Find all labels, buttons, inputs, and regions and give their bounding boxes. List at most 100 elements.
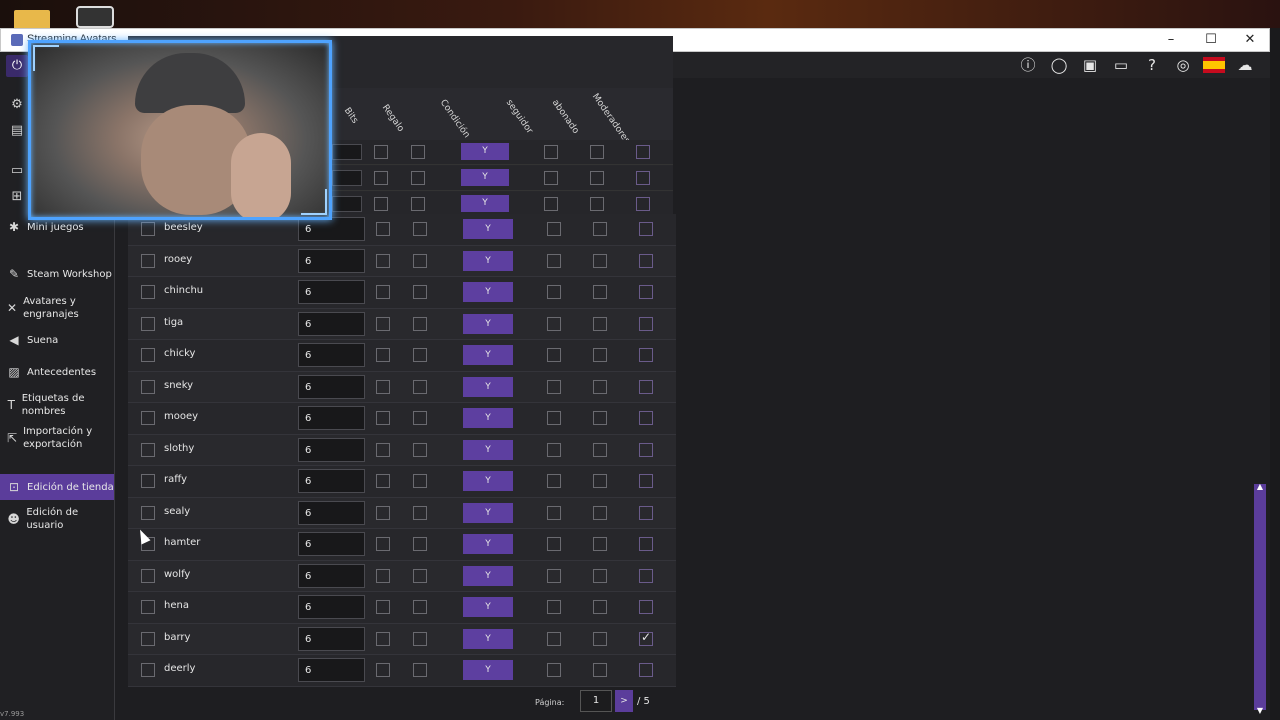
sidebar-item-importacion[interactable]: ⇱ Importación y exportación	[0, 425, 100, 451]
moderadores-checkbox[interactable]	[639, 537, 653, 551]
moderadores-checkbox[interactable]	[639, 316, 653, 331]
select-checkbox[interactable]	[141, 348, 155, 362]
regalo-checkbox[interactable]	[413, 348, 427, 362]
moderadores-checkbox[interactable]	[639, 505, 653, 520]
abonado-checkbox[interactable]	[593, 663, 607, 677]
select-checkbox[interactable]	[141, 600, 155, 614]
condition-button[interactable]: Y	[463, 408, 513, 428]
condition-button[interactable]: Y	[463, 345, 513, 365]
select-checkbox[interactable]	[141, 631, 155, 646]
condition-button[interactable]: Y	[461, 169, 509, 186]
seguidor-checkbox[interactable]	[547, 600, 561, 614]
seguidor-checkbox[interactable]	[547, 285, 561, 299]
sidebar-item-edicion-tienda[interactable]: ⊡ Edición de tienda	[0, 474, 114, 500]
moderadores-checkbox[interactable]	[639, 411, 653, 425]
select-checkbox[interactable]	[141, 316, 155, 331]
bits-checkbox[interactable]	[376, 663, 390, 677]
moderadores-checkbox[interactable]	[639, 222, 653, 236]
gear-icon[interactable]: ⚙	[6, 94, 28, 116]
regalo-checkbox[interactable]	[413, 442, 427, 457]
condition-button[interactable]: Y	[463, 250, 513, 271]
bits-checkbox[interactable]	[376, 505, 390, 520]
select-checkbox[interactable]	[141, 663, 155, 677]
scroll-up-icon[interactable]: ▲	[1255, 482, 1265, 492]
condition-button[interactable]: Y	[461, 143, 509, 160]
regalo-checkbox[interactable]	[374, 197, 388, 211]
regalo-checkbox[interactable]	[413, 474, 427, 488]
condition-button[interactable]: Y	[463, 376, 513, 397]
sidebar-item-etiquetas[interactable]: T Etiquetas de nombres	[0, 392, 90, 418]
sidebar-item-antecedentes[interactable]: ▨ Antecedentes	[0, 365, 114, 379]
condition-button[interactable]: Y	[463, 597, 513, 617]
regalo-checkbox[interactable]	[413, 537, 427, 551]
abonado-checkbox[interactable]	[593, 285, 607, 299]
next-page-button[interactable]: >	[615, 690, 633, 712]
bits-checkbox[interactable]	[376, 253, 390, 268]
seguidor-checkbox[interactable]	[547, 411, 561, 425]
condition-button[interactable]: Y	[463, 219, 513, 239]
moderadores-checkbox[interactable]	[639, 442, 653, 457]
regalo-checkbox[interactable]	[413, 663, 427, 677]
seguidor-checkbox[interactable]	[547, 348, 561, 362]
regalo-checkbox[interactable]	[413, 316, 427, 331]
select-checkbox[interactable]	[141, 568, 155, 583]
condition-button[interactable]: Y	[463, 660, 513, 680]
cost-input[interactable]: 6	[298, 437, 365, 462]
bits-checkbox[interactable]	[376, 537, 390, 551]
select-checkbox[interactable]	[141, 285, 155, 299]
regalo-checkbox[interactable]	[413, 285, 427, 299]
info-icon[interactable]: ⓘ	[1017, 54, 1039, 76]
cost-input[interactable]: 6	[298, 248, 365, 273]
moderadores-checkbox[interactable]	[636, 197, 650, 211]
moderadores-checkbox[interactable]	[639, 568, 653, 583]
abonado-checkbox[interactable]	[590, 145, 604, 159]
sidebar-item-edicion-usuario[interactable]: ☻ Edición de usuario	[0, 507, 114, 531]
abonado-checkbox[interactable]	[593, 505, 607, 520]
regalo-checkbox[interactable]	[413, 253, 427, 268]
select-checkbox[interactable]	[141, 222, 155, 236]
abonado-checkbox[interactable]	[593, 379, 607, 394]
cost-input[interactable]	[332, 196, 362, 212]
cost-input[interactable]: 6	[298, 532, 365, 556]
abonado-checkbox[interactable]	[593, 316, 607, 331]
moderadores-checkbox[interactable]	[639, 285, 653, 299]
regalo-checkbox[interactable]	[413, 568, 427, 583]
moderadores-checkbox[interactable]	[639, 474, 653, 488]
cost-input[interactable]: 6	[298, 500, 365, 525]
seguidor-checkbox[interactable]	[544, 145, 558, 159]
bits-checkbox[interactable]	[376, 411, 390, 425]
minimize-button[interactable]: –	[1151, 29, 1191, 51]
abonado-checkbox[interactable]	[590, 197, 604, 211]
regalo-checkbox[interactable]	[413, 411, 427, 425]
grid-icon[interactable]: ⊞	[6, 186, 28, 208]
gift-checkbox[interactable]	[411, 197, 425, 211]
cost-input[interactable]: 6	[298, 626, 365, 651]
abonado-checkbox[interactable]	[593, 411, 607, 425]
regalo-checkbox[interactable]	[374, 171, 388, 185]
regalo-checkbox[interactable]	[413, 631, 427, 646]
save-icon[interactable]: ▣	[1079, 54, 1101, 76]
seguidor-checkbox[interactable]	[547, 663, 561, 677]
moderadores-checkbox[interactable]	[639, 600, 653, 614]
regalo-checkbox[interactable]	[413, 379, 427, 394]
power-icon[interactable]: ⏻	[6, 55, 28, 77]
maximize-button[interactable]: ☐	[1191, 29, 1231, 51]
seguidor-checkbox[interactable]	[547, 505, 561, 520]
moderadores-checkbox[interactable]	[639, 348, 653, 362]
bits-checkbox[interactable]	[376, 316, 390, 331]
abonado-checkbox[interactable]	[593, 442, 607, 457]
bits-checkbox[interactable]	[376, 600, 390, 614]
cost-input[interactable]: 6	[298, 406, 365, 430]
cost-input[interactable]: 6	[298, 563, 365, 588]
abonado-checkbox[interactable]	[593, 631, 607, 646]
cloud-icon[interactable]: ☁	[1234, 54, 1256, 76]
condition-button[interactable]: Y	[463, 628, 513, 649]
folder-icon[interactable]	[14, 10, 50, 30]
bits-checkbox[interactable]	[376, 631, 390, 646]
moderadores-checkbox[interactable]	[639, 630, 653, 646]
regalo-checkbox[interactable]	[413, 600, 427, 614]
cost-input[interactable]: 6	[298, 280, 365, 304]
moderadores-checkbox[interactable]	[639, 663, 653, 677]
regalo-checkbox[interactable]	[374, 145, 388, 159]
bits-checkbox[interactable]	[376, 442, 390, 457]
